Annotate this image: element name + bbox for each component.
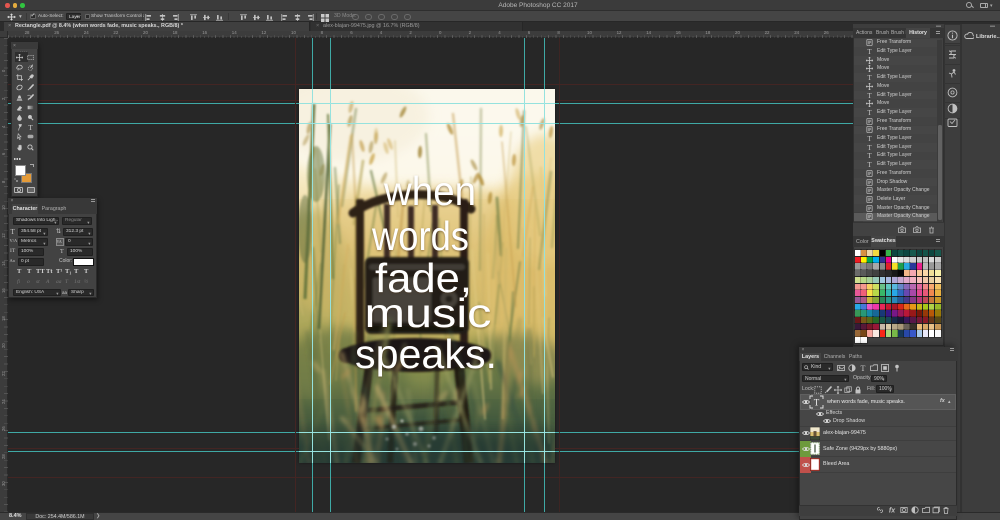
svg-text:T: T (28, 124, 33, 131)
svg-text:T: T (867, 109, 872, 116)
svg-text:speaks.: speaks. (355, 331, 497, 377)
svg-text:T: T (867, 92, 872, 99)
svg-text:fx: fx (889, 508, 896, 515)
svg-text:T: T (814, 397, 820, 407)
svg-text:when: when (383, 168, 476, 214)
svg-text:music: music (365, 290, 492, 336)
svg-text:T: T (867, 48, 872, 55)
svg-text:T: T (867, 161, 872, 168)
svg-text:words: words (371, 213, 469, 259)
svg-text:T: T (867, 153, 872, 160)
svg-text:T: T (867, 144, 872, 151)
svg-text:T: T (861, 364, 866, 372)
svg-text:T: T (867, 135, 872, 142)
svg-text:T: T (867, 74, 872, 81)
